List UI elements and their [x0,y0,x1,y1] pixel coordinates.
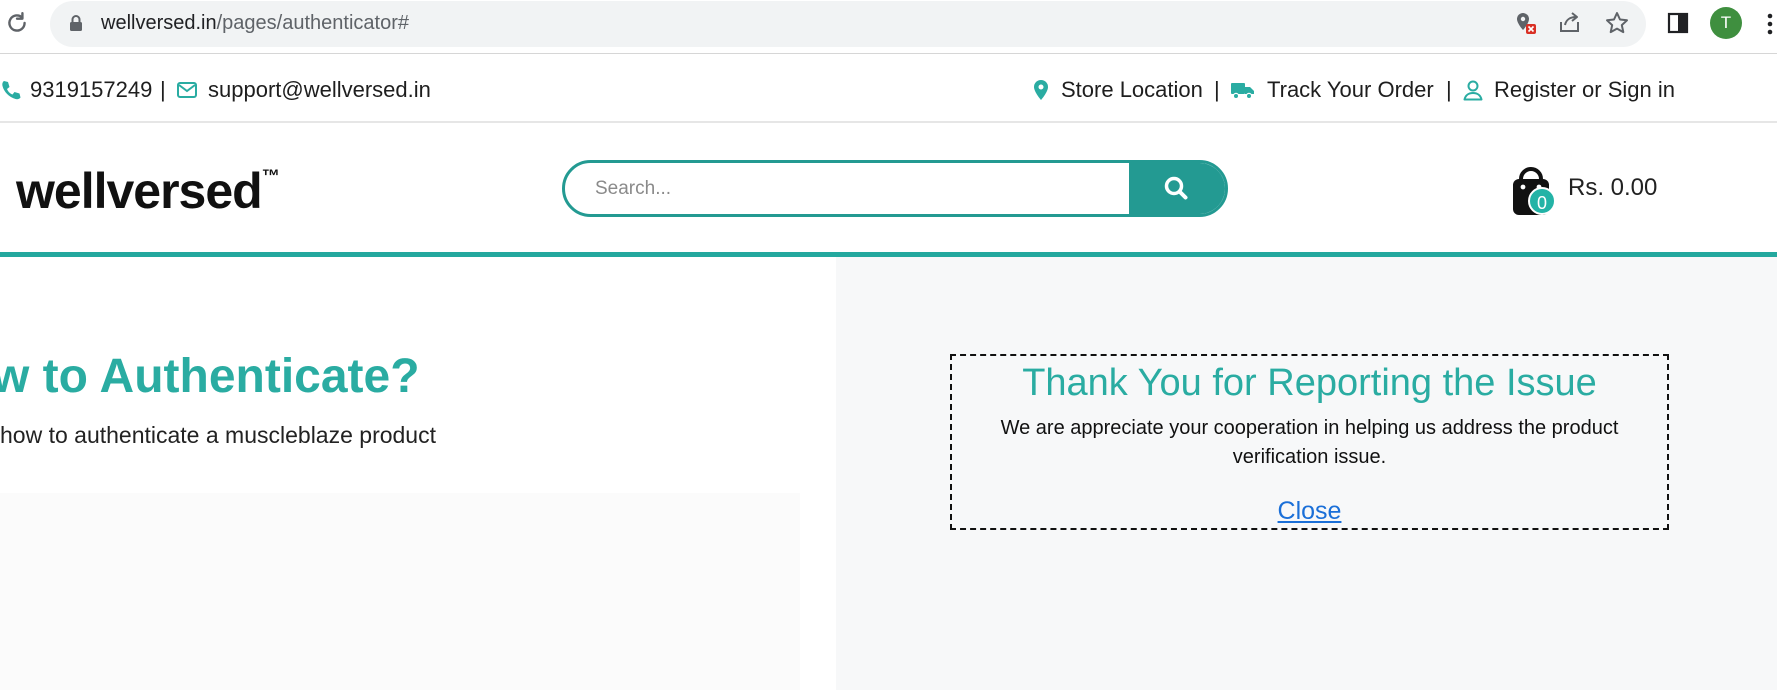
search-input[interactable] [565,163,1133,214]
register-signin-link[interactable]: Register or Sign in [1494,77,1675,103]
cart-total[interactable]: Rs. 0.00 [1568,173,1657,203]
reload-icon[interactable] [4,10,30,36]
close-link[interactable]: Close [1278,497,1342,525]
support-email[interactable]: support@wellversed.in [208,77,431,103]
profile-avatar[interactable]: T [1710,7,1742,39]
user-icon [1463,80,1483,101]
cart-count-badge[interactable]: 0 [1528,187,1556,215]
side-panel-icon[interactable] [1665,10,1691,36]
phone-number[interactable]: 9319157249 [30,77,152,103]
menu-kebab-icon[interactable] [1766,12,1774,36]
report-panel: Thank You for Reporting the Issue We are… [836,257,1777,690]
url-host: wellversed.in [101,12,217,34]
phone-icon [2,81,21,100]
logo[interactable]: wellversed™ [16,163,280,219]
separator: | [160,77,166,102]
authenticate-section: w to Authenticate? how to authenticate a… [0,257,836,690]
dialog-message: We are appreciate your cooperation in he… [1000,417,1619,468]
map-pin-icon [1034,80,1048,100]
store-location-link[interactable]: Store Location [1061,77,1203,103]
delivery-truck-icon [1231,83,1254,100]
search-box [562,160,1228,217]
dialog-title: Thank You for Reporting the Issue [1022,362,1597,404]
share-icon[interactable] [1557,10,1583,36]
video-placeholder [0,493,800,690]
site-header: wellversed™ 0 Rs. 0.00 [0,125,1777,253]
page-heading: w to Authenticate? [0,350,420,403]
separator: | [1446,77,1452,102]
url-path: /pages/authenticator# [216,12,409,34]
thank-you-dialog: Thank You for Reporting the Issue We are… [950,354,1669,530]
browser-toolbar: wellversed.in/pages/authenticator# T [0,0,1777,54]
url-text[interactable]: wellversed.in/pages/authenticator# [101,11,409,35]
separator: | [1214,77,1220,102]
lock-icon[interactable] [66,13,86,33]
contact-bar: 9319157249 | support@wellversed.in Store… [0,55,1777,123]
search-button[interactable] [1129,163,1225,214]
bookmark-star-icon[interactable] [1604,10,1630,36]
search-icon [1164,176,1188,200]
track-order-link[interactable]: Track Your Order [1267,77,1434,103]
mail-icon [177,82,197,98]
logo-text: wellversed [16,163,263,219]
location-blocked-icon[interactable] [1512,10,1538,36]
logo-trademark: ™ [261,166,280,186]
page-subheading: how to authenticate a muscleblaze produc… [0,422,436,448]
